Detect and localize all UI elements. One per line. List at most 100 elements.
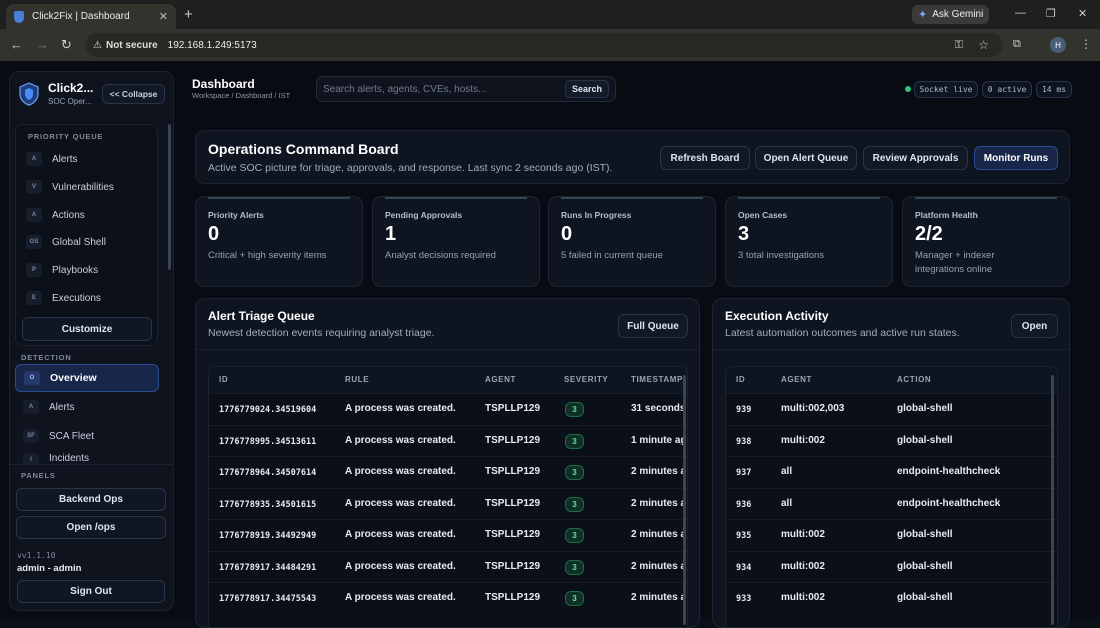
table-row[interactable]: 1776778964.34507614 A process was created… xyxy=(209,456,687,488)
sidebar-scrollbar[interactable] xyxy=(168,124,171,270)
sidebar-item-incidents[interactable]: I Incidents xyxy=(23,453,153,464)
execution-activity-title: Execution Activity xyxy=(725,309,829,323)
item-badge: SF xyxy=(23,429,39,443)
omnibox[interactable]: ⚠ Not secure 192.168.1.249:5173 ⚿ ☆ xyxy=(85,33,1003,57)
close-window-icon[interactable]: ✕ xyxy=(1078,7,1087,20)
execution-table: ID AGENT ACTION 939 multi:002,003 global-s… xyxy=(725,366,1058,627)
sidebar-item-detection-alerts[interactable]: A Alerts xyxy=(23,396,153,418)
alert-id: 1776778964.34507614 xyxy=(219,468,317,478)
minimize-icon[interactable]: — xyxy=(1015,7,1026,19)
sidebar-item-label: Playbooks xyxy=(52,264,99,276)
password-key-icon[interactable]: ⚿ xyxy=(955,39,963,52)
alert-timestamp: 31 seconds ago xyxy=(631,403,683,414)
sidebar-item-label: Actions xyxy=(52,209,85,221)
ask-gemini-button[interactable]: ✦ Ask Gemini xyxy=(912,5,989,24)
backend-ops-button[interactable]: Backend Ops xyxy=(16,488,166,511)
stat-card-pending-approvals[interactable]: Pending Approvals 1 Analyst decisions requ… xyxy=(372,196,540,287)
new-tab-icon[interactable]: + xyxy=(184,6,193,23)
divider xyxy=(713,349,1069,350)
open-alert-queue-button[interactable]: Open Alert Queue xyxy=(755,146,857,170)
bookmark-star-icon[interactable]: ☆ xyxy=(978,38,989,52)
collapse-button[interactable]: << Collapse xyxy=(102,84,165,104)
table-row[interactable]: 935 multi:002 global-shell xyxy=(726,519,1057,551)
table-row[interactable]: 1776778995.34513611 A process was created… xyxy=(209,424,687,457)
stat-card-open-cases[interactable]: Open Cases 3 3 total investigations xyxy=(725,196,893,287)
reload-icon[interactable]: ↻ xyxy=(61,37,72,53)
priority-queue-heading: PRIORITY QUEUE xyxy=(28,132,104,141)
table-row[interactable]: 936 all endpoint-healthcheck xyxy=(726,487,1057,520)
back-icon[interactable]: ← xyxy=(10,37,23,52)
review-approvals-button[interactable]: Review Approvals xyxy=(863,146,968,170)
app-root: Click2... SOC Oper... << Collapse PRIORI… xyxy=(0,61,1100,628)
stat-card-runs-in-progress[interactable]: Runs In Progress 0 5 failed in current que… xyxy=(548,196,716,287)
sidebar-item-vulnerabilities[interactable]: V Vulnerabilities xyxy=(26,176,151,198)
table-row[interactable]: 939 multi:002,003 global-shell xyxy=(726,393,1057,425)
not-secure-label[interactable]: Not secure xyxy=(106,40,158,51)
extensions-icon[interactable]: ⧉ xyxy=(1013,38,1021,51)
column-header[interactable]: AGENT xyxy=(485,375,516,384)
execution-agent: all xyxy=(781,466,793,477)
browser-tab[interactable]: Click2Fix | Dashboard ✕ xyxy=(6,4,176,29)
full-queue-button[interactable]: Full Queue xyxy=(618,314,688,338)
alert-timestamp: 2 minutes ago xyxy=(631,466,683,477)
table-row[interactable]: 1776779024.34519604 A process was created… xyxy=(209,393,687,425)
open-ops-button[interactable]: Open /ops xyxy=(16,516,166,539)
stat-subtext: Manager + indexer integrations online xyxy=(915,250,995,275)
column-header[interactable]: AGENT xyxy=(781,375,812,384)
sidebar-item-executions[interactable]: E Executions xyxy=(26,287,151,309)
table-row[interactable]: 1776778935.34501615 A process was created… xyxy=(209,487,687,520)
table-scrollbar[interactable] xyxy=(683,375,686,625)
column-header[interactable]: ID xyxy=(219,375,228,384)
column-header[interactable]: SEVERITY xyxy=(564,375,608,384)
column-header[interactable]: RULE xyxy=(345,375,369,384)
stat-card-priority-alerts[interactable]: Priority Alerts 0 Critical + high severity… xyxy=(195,196,363,287)
monitor-runs-button[interactable]: Monitor Runs xyxy=(974,146,1058,170)
severity-badge: 3 xyxy=(565,591,584,606)
page-title: Dashboard xyxy=(192,77,255,91)
sidebar-item-global-shell[interactable]: GS Global Shell xyxy=(26,231,151,253)
open-executions-button[interactable]: Open xyxy=(1011,314,1058,338)
command-board-description: Active SOC picture for triage, approvals… xyxy=(208,162,613,174)
card-accent xyxy=(208,197,350,199)
sidebar-item-alerts[interactable]: A Alerts xyxy=(26,148,151,170)
column-header[interactable]: TIMESTAMP xyxy=(631,375,683,384)
execution-agent: multi:002 xyxy=(781,529,825,540)
forward-icon[interactable]: → xyxy=(36,37,49,52)
table-row[interactable]: 934 multi:002 global-shell xyxy=(726,550,1057,583)
stat-label: Pending Approvals xyxy=(385,210,463,220)
sidebar-item-sca-fleet[interactable]: SF SCA Fleet xyxy=(23,425,153,447)
table-row[interactable]: 1776778919.34492949 A process was created… xyxy=(209,519,687,551)
column-header[interactable]: ID xyxy=(736,375,745,384)
alert-agent: TSPLLP129 xyxy=(485,529,541,540)
execution-action: global-shell xyxy=(897,560,953,572)
close-tab-icon[interactable]: ✕ xyxy=(159,10,168,23)
profile-avatar[interactable]: H xyxy=(1050,37,1066,53)
execution-id: 938 xyxy=(736,436,752,447)
sidebar-item-playbooks[interactable]: P Playbooks xyxy=(26,259,151,281)
restore-icon[interactable]: ❐ xyxy=(1046,7,1056,20)
column-header[interactable]: ACTION xyxy=(897,375,931,384)
alert-timestamp: 1 minute ago xyxy=(631,434,683,446)
alert-id: 1776778917.34475543 xyxy=(219,594,317,604)
refresh-board-button[interactable]: Refresh Board xyxy=(660,146,750,170)
severity-badge: 3 xyxy=(565,496,584,512)
sign-out-button[interactable]: Sign Out xyxy=(17,580,165,603)
table-row[interactable]: 1776778917.34484291 A process was created… xyxy=(209,550,687,583)
customize-button[interactable]: Customize xyxy=(22,317,152,341)
table-row[interactable]: 937 all endpoint-healthcheck xyxy=(726,456,1057,488)
item-badge: I xyxy=(23,453,39,464)
browser-menu-icon[interactable]: ⋮ xyxy=(1080,37,1092,51)
table-row[interactable]: 938 multi:002 global-shell xyxy=(726,424,1057,457)
table-row[interactable]: 933 multi:002 global-shell xyxy=(726,582,1057,614)
table-row[interactable]: 1776778917.34475543 A process was created… xyxy=(209,582,687,614)
execution-action: global-shell xyxy=(897,529,953,540)
stat-card-platform-health[interactable]: Platform Health 2/2 Manager + indexer inte… xyxy=(902,196,1070,287)
card-accent xyxy=(915,197,1057,199)
search-input[interactable] xyxy=(323,81,553,98)
search-button[interactable]: Search xyxy=(565,80,609,98)
table-scrollbar[interactable] xyxy=(1051,375,1054,625)
sidebar-item-actions[interactable]: A Actions xyxy=(26,204,151,226)
sidebar-item-overview[interactable]: O Overview xyxy=(15,364,159,392)
execution-action: global-shell xyxy=(897,434,953,446)
url-text[interactable]: 192.168.1.249:5173 xyxy=(168,40,257,51)
